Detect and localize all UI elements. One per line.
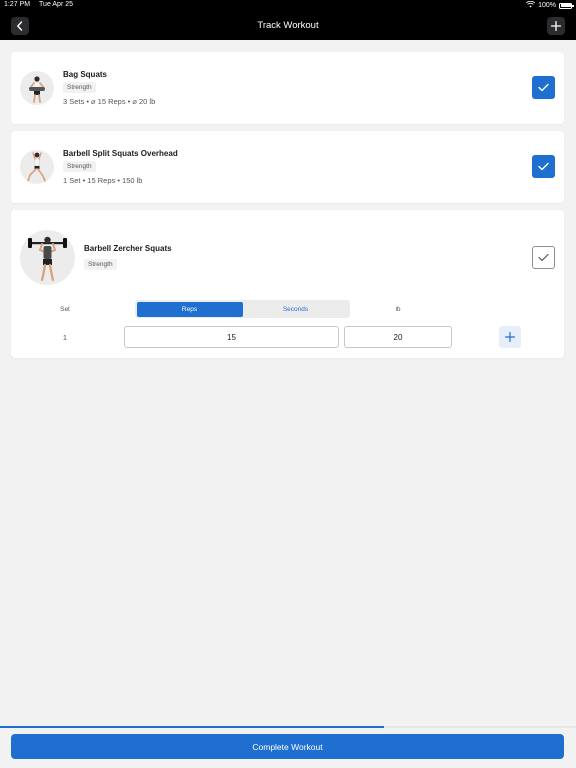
reps-seconds-toggle: Reps Seconds [135, 300, 350, 318]
exercise-thumbnail [20, 71, 54, 105]
status-time: 1:27 PM [4, 1, 31, 8]
exercise-summary: 1 Set • 15 Reps • 150 lb [63, 176, 143, 185]
exercise-name: Barbell Split Squats Overhead [63, 149, 178, 158]
checkmark-icon [538, 162, 549, 171]
battery-percent: 100% [538, 2, 556, 9]
exercise-summary: 3 Sets • ⌀ 15 Reps • ⌀ 20 lb [63, 97, 156, 106]
exercise-name: Barbell Zercher Squats [84, 244, 172, 253]
reps-input[interactable]: 15 [124, 326, 339, 348]
seconds-option[interactable]: Seconds [243, 302, 349, 317]
category-tag: Strength [63, 82, 96, 93]
add-exercise-button[interactable] [547, 17, 565, 35]
complete-checkbox[interactable] [532, 155, 555, 178]
complete-checkbox[interactable] [532, 76, 555, 99]
nav-bar: Track Workout [0, 12, 576, 40]
exercise-thumbnail [20, 150, 54, 184]
set-column-header: Set [60, 306, 70, 313]
reps-option[interactable]: Reps [136, 301, 243, 317]
weight-input[interactable]: 20 [344, 326, 452, 348]
battery-icon [559, 2, 574, 9]
exercise-card[interactable]: Bag Squats Strength 3 Sets • ⌀ 15 Reps •… [11, 52, 564, 124]
workout-progress-fill [0, 726, 385, 728]
exercise-card[interactable]: Barbell Split Squats Overhead Strength 1… [11, 131, 564, 203]
checkmark-icon [538, 83, 549, 92]
plus-icon [505, 332, 515, 342]
exercise-thumbnail [20, 230, 75, 285]
page-title: Track Workout [257, 20, 319, 31]
exercise-card-expanded[interactable]: Barbell Zercher Squats Strength Set Reps… [11, 210, 564, 358]
workout-progress-bar [0, 726, 576, 728]
checkmark-icon [538, 253, 549, 262]
category-tag: Strength [63, 161, 96, 172]
complete-workout-button[interactable]: Complete Workout [11, 734, 564, 759]
weight-unit-header: lb [395, 306, 401, 313]
plus-icon [551, 21, 561, 31]
add-set-button[interactable] [499, 326, 521, 348]
complete-checkbox[interactable] [532, 246, 555, 269]
wifi-icon [526, 0, 536, 10]
category-tag: Strength [84, 259, 117, 270]
status-date: Tue Apr 25 [39, 1, 74, 8]
exercise-name: Bag Squats [63, 70, 108, 79]
status-bar: 1:27 PM Tue Apr 25 100% [0, 0, 576, 12]
set-number: 1 [62, 333, 68, 342]
